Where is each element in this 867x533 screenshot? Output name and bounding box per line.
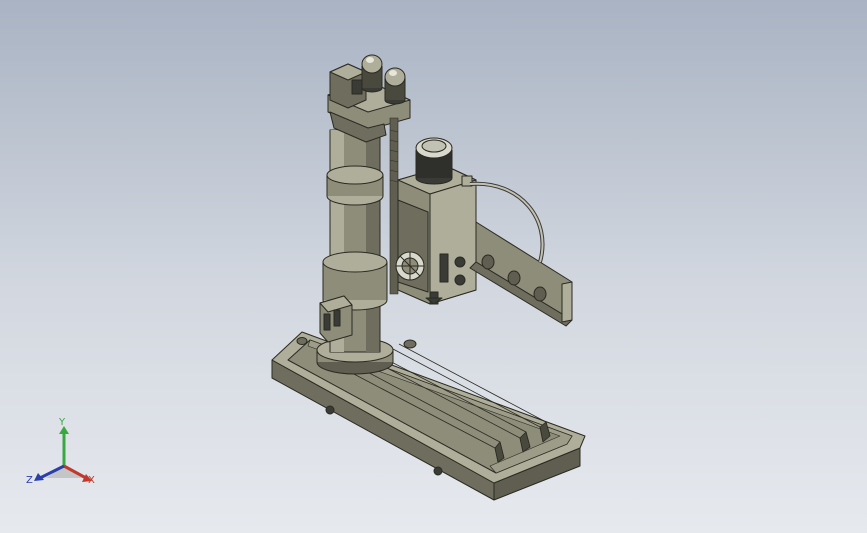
- drill-press-model[interactable]: [0, 0, 867, 533]
- triad-icon: [34, 426, 92, 482]
- feed-handwheel[interactable]: [395, 251, 425, 281]
- coordinate-triad[interactable]: Y Z X: [22, 418, 106, 498]
- top-motor-left: [329, 63, 367, 109]
- column-clamp-block[interactable]: [319, 295, 353, 343]
- triad-x-label: X: [88, 475, 95, 486]
- radial-arm[interactable]: [469, 221, 573, 327]
- triad-y-label: Y: [59, 417, 66, 428]
- top-knob-1[interactable]: [361, 54, 383, 93]
- cad-graphics-viewport[interactable]: Y Z X: [0, 0, 867, 533]
- triad-z-label: Z: [26, 475, 33, 486]
- top-knob-2[interactable]: [384, 67, 406, 105]
- spindle-motor: [415, 137, 453, 185]
